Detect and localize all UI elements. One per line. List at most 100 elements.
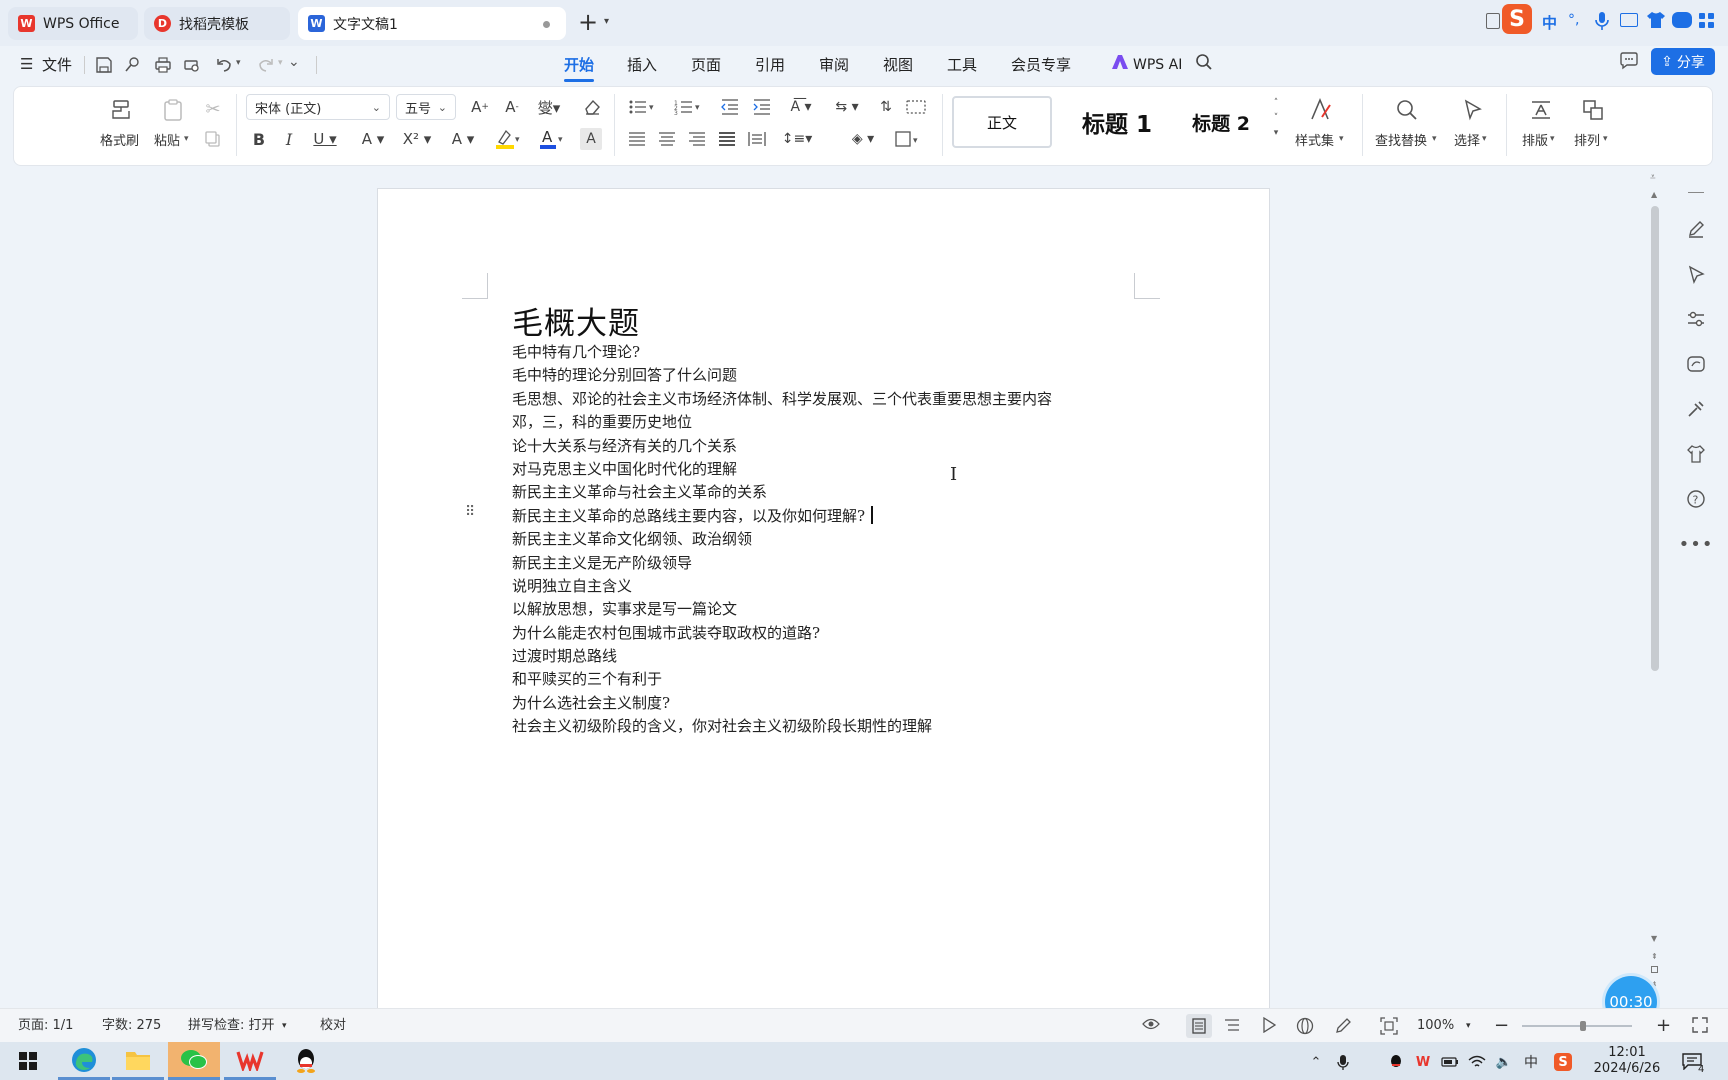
undo-chevron-icon[interactable]: ▾	[236, 58, 241, 68]
adjust-sliders-icon[interactable]	[1683, 306, 1709, 332]
tab-docer-templates[interactable]: D 找稻壳模板	[144, 7, 290, 40]
text-outline-icon[interactable]: A ▾	[446, 128, 480, 150]
panel-collapse-icon[interactable]	[1688, 192, 1704, 193]
keyboard-icon[interactable]	[1620, 13, 1638, 27]
proofread-button[interactable]: 校对	[320, 1009, 346, 1043]
paragraph[interactable]: 毛中特的理论分别回答了什么问题	[512, 364, 1052, 387]
bold-icon[interactable]: B	[248, 128, 270, 150]
zoom-level-select[interactable]: 100%	[1417, 1009, 1454, 1043]
tab-insert[interactable]: 插入	[627, 52, 657, 78]
text-direction-icon[interactable]: A͞ ▾	[784, 96, 818, 118]
tools-icon[interactable]	[1683, 396, 1709, 422]
paste-label[interactable]: 粘贴	[154, 130, 180, 149]
file-explorer-icon[interactable]	[112, 1042, 164, 1080]
italic-icon[interactable]: I	[278, 128, 300, 150]
tray-battery-icon[interactable]	[1441, 1053, 1459, 1071]
zoom-slider-thumb[interactable]	[1580, 1021, 1586, 1031]
paragraph[interactable]: 说明独立自主含义	[512, 575, 1052, 598]
layout-icon[interactable]	[1526, 96, 1556, 124]
phonetic-guide-icon[interactable]: 燮▾	[532, 96, 566, 118]
prev-page-icon[interactable]: ⇞	[1651, 952, 1658, 961]
tray-ime-icon[interactable]: 中	[1522, 1053, 1540, 1071]
save-icon[interactable]	[92, 52, 116, 78]
tab-tools[interactable]: 工具	[947, 52, 977, 78]
paragraph[interactable]: 新民主主义革命文化纲领、政治纲领	[512, 528, 1052, 551]
style-set-label[interactable]: 样式集	[1295, 130, 1334, 149]
tray-sogou-icon[interactable]: S	[1554, 1053, 1572, 1071]
format-painter-icon[interactable]	[106, 96, 136, 124]
grow-font-icon[interactable]: A +	[468, 96, 492, 118]
font-color-icon[interactable]: A ▾	[534, 126, 568, 152]
copy-icon[interactable]	[202, 128, 224, 150]
paragraph[interactable]: 对马克思主义中国化时代化的理解	[512, 458, 1052, 481]
word-count[interactable]: 字数: 275	[102, 1009, 161, 1043]
paragraph-shading-icon[interactable]: ◈ ▾	[846, 128, 880, 150]
fit-page-icon[interactable]	[1380, 1017, 1398, 1035]
style-set-icon[interactable]	[1306, 96, 1336, 124]
convert-icon[interactable]: ⇆ ▾	[830, 96, 864, 118]
hamburger-menu-icon[interactable]: ☰	[20, 55, 33, 73]
tab-review[interactable]: 审阅	[819, 52, 849, 78]
sort-icon[interactable]: ⇅	[874, 96, 898, 118]
arrange-icon[interactable]	[1578, 96, 1608, 124]
clear-format-eraser-icon[interactable]	[580, 96, 604, 118]
tab-list-chevron-icon[interactable]: ▾	[604, 16, 609, 27]
customize-chevron-icon[interactable]: ⌄	[288, 54, 300, 70]
search-icon[interactable]	[1195, 53, 1213, 71]
format-painter-label[interactable]: 格式刷	[100, 130, 139, 149]
style-normal[interactable]: 正文	[952, 96, 1052, 148]
style-heading-1[interactable]: 标题 1	[1062, 96, 1172, 148]
borders-icon[interactable]: ▾	[892, 128, 926, 150]
tab-document[interactable]: W 文字文稿1	[298, 7, 566, 40]
tray-microphone-icon[interactable]	[1334, 1053, 1352, 1071]
paragraph[interactable]: 以解放思想，实事求是写一篇论文	[512, 598, 1052, 621]
paragraph[interactable]: 毛思想、邓论的社会主义市场经济体制、科学发展观、三个代表重要思想主要内容	[512, 388, 1052, 411]
help-icon[interactable]: ?	[1683, 486, 1709, 512]
layout-label[interactable]: 排版	[1522, 130, 1548, 149]
document-body[interactable]: 毛中特有几个理论? 毛中特的理论分别回答了什么问题 毛思想、邓论的社会主义市场经…	[512, 341, 1052, 739]
print-icon[interactable]	[151, 52, 175, 78]
comment-bubble-icon[interactable]	[1619, 52, 1639, 70]
eye-protection-icon[interactable]	[1142, 1017, 1160, 1035]
paragraph[interactable]: 为什么选社会主义制度?	[512, 692, 1052, 715]
select-label[interactable]: 选择	[1454, 130, 1480, 149]
redo-icon[interactable]	[254, 52, 278, 78]
tab-view[interactable]: 视图	[883, 52, 913, 78]
paste-icon[interactable]	[158, 96, 188, 124]
tab-home[interactable]: 开始	[564, 52, 595, 82]
grid-menu-icon[interactable]	[1698, 12, 1716, 30]
page-view-icon[interactable]	[1186, 1014, 1212, 1038]
text-effect-icon[interactable]: A ▾	[356, 128, 390, 150]
new-tab-plus-icon[interactable]: +	[578, 10, 600, 34]
mascot-icon[interactable]	[1672, 12, 1692, 28]
spell-check-chevron-icon[interactable]: ▾	[282, 1009, 287, 1043]
more-options-icon[interactable]: •••	[1679, 531, 1713, 557]
tab-page[interactable]: 页面	[691, 52, 721, 78]
print-preview-icon[interactable]	[180, 52, 204, 78]
shirt-skin-icon[interactable]	[1683, 441, 1709, 467]
font-size-select[interactable]: 五号 ⌄	[396, 94, 456, 120]
split-handle-icon[interactable]: ⩡	[1650, 172, 1656, 183]
skin-shirt-icon[interactable]	[1646, 11, 1666, 29]
qq-icon[interactable]	[280, 1042, 332, 1080]
scroll-up-icon[interactable]: ▲	[1651, 190, 1657, 199]
select-arrow-icon[interactable]	[1683, 261, 1709, 287]
page-indicator[interactable]: 页面: 1/1	[18, 1009, 73, 1043]
arrange-label[interactable]: 排列	[1574, 130, 1600, 149]
tray-qq-icon[interactable]	[1387, 1053, 1405, 1071]
paragraph[interactable]: 新民主主义革命与社会主义革命的关系	[512, 481, 1052, 504]
tray-volume-icon[interactable]: 🔈	[1495, 1053, 1513, 1071]
redo-chevron-icon[interactable]: ▾	[278, 58, 283, 68]
tab-wps-office[interactable]: W WPS Office	[8, 7, 138, 40]
tab-references[interactable]: 引用	[755, 52, 785, 78]
write-mode-icon[interactable]	[1334, 1017, 1352, 1035]
wechat-icon[interactable]	[168, 1042, 220, 1080]
highlight-color-icon[interactable]: ▾	[490, 126, 524, 152]
wps-ai-menu[interactable]: WPS AI	[1133, 52, 1182, 78]
tray-wps-icon[interactable]: W	[1414, 1053, 1432, 1071]
microphone-icon[interactable]	[1594, 11, 1610, 31]
web-view-icon[interactable]	[1296, 1017, 1314, 1035]
edge-browser-icon[interactable]	[58, 1042, 110, 1080]
decrease-indent-icon[interactable]	[718, 96, 742, 118]
play-reading-icon[interactable]	[1262, 1017, 1276, 1035]
